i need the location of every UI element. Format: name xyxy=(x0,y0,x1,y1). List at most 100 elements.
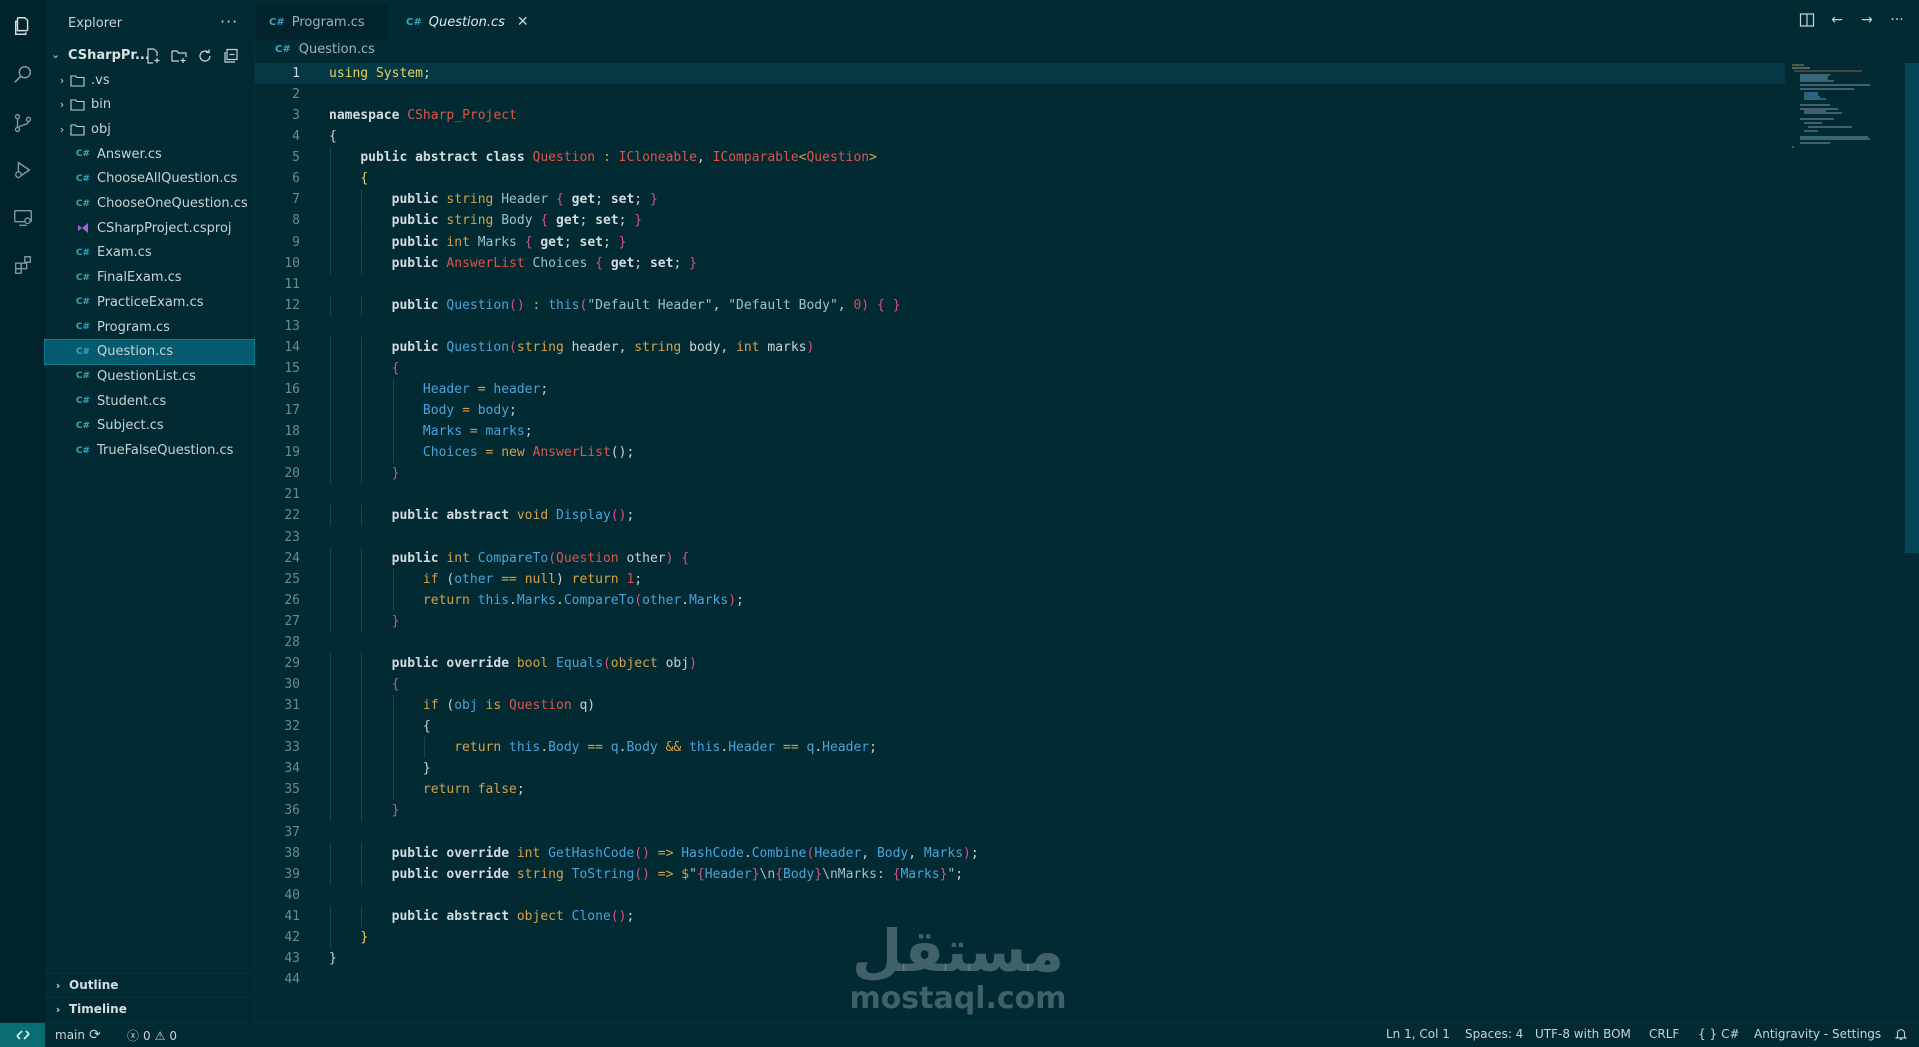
refresh-icon[interactable] xyxy=(195,47,214,65)
problems-status[interactable]: ⓧ 0 ⚠ 0 xyxy=(127,1027,177,1044)
eol-status[interactable]: CRLF xyxy=(1649,1027,1679,1041)
tree-item-program-cs[interactable]: C# Program.cs xyxy=(45,315,254,339)
source-control-icon[interactable] xyxy=(0,103,45,143)
code-token: { xyxy=(696,866,705,882)
encoding-status[interactable]: UTF-8 with BOM xyxy=(1535,1027,1631,1041)
settings-status[interactable]: Antigravity - Settings xyxy=(1754,1027,1881,1041)
more-actions-icon[interactable]: ··· xyxy=(1887,10,1907,30)
close-icon[interactable]: ✕ xyxy=(517,14,529,30)
code-token: this xyxy=(689,740,721,756)
tree-item-label: FinalExam.cs xyxy=(97,270,182,286)
csharp-file-icon: C# xyxy=(75,247,91,258)
code-token: marks xyxy=(485,424,525,440)
tree-item-csharpproject-csproj[interactable]: CSharpProject.csproj xyxy=(45,216,254,240)
language-label: C# xyxy=(1721,1027,1740,1041)
code-token: , xyxy=(908,845,924,861)
outline-section[interactable]: › Outline xyxy=(45,973,254,996)
tree-item-chooseonequestion-cs[interactable]: C# ChooseOneQuestion.cs xyxy=(45,192,254,216)
language-status[interactable]: { } C# xyxy=(1698,1027,1740,1041)
project-folder-row[interactable]: ⌄ CSharpPr... xyxy=(45,46,254,66)
code-token: CompareTo xyxy=(563,592,635,608)
new-folder-icon[interactable] xyxy=(169,47,188,65)
explorer-icon[interactable] xyxy=(0,6,45,46)
timeline-section[interactable]: › Timeline xyxy=(45,997,254,1020)
code-text: } xyxy=(329,611,400,632)
vertical-scrollbar[interactable] xyxy=(1905,63,1919,553)
code-token: if xyxy=(422,698,439,714)
tree-item-question-cs[interactable]: C# Question.cs xyxy=(44,338,255,365)
chevron-right-icon: › xyxy=(55,978,61,992)
code-text: public Question() : this("Default Header… xyxy=(329,295,901,316)
code-token: () xyxy=(610,508,627,524)
code-token: && xyxy=(665,740,682,756)
remote-explorer-icon[interactable] xyxy=(0,198,45,238)
code-token: System xyxy=(375,66,423,81)
remote-indicator[interactable] xyxy=(0,1023,45,1047)
bell-icon[interactable] xyxy=(1894,1027,1908,1041)
arrow-right-icon[interactable]: → xyxy=(1857,10,1877,30)
collapse-all-icon[interactable] xyxy=(221,47,240,65)
line-number: 10 xyxy=(284,255,300,271)
indentation-status[interactable]: Spaces: 4 xyxy=(1465,1027,1523,1041)
split-editor-icon[interactable] xyxy=(1797,10,1817,30)
tree-item-bin[interactable]: › bin xyxy=(45,93,254,117)
tree-item-chooseallquestion-cs[interactable]: C# ChooseAllQuestion.cs xyxy=(45,167,254,191)
arrow-left-icon[interactable]: ← xyxy=(1827,10,1847,30)
code-text: } xyxy=(329,463,400,484)
code-token: Header xyxy=(822,740,870,756)
watermark-logo: مستقل mostaql.com xyxy=(838,920,1078,1016)
code-token: \n xyxy=(759,866,776,882)
search-icon[interactable] xyxy=(0,55,45,95)
code-token: string xyxy=(446,213,494,229)
code-token: () xyxy=(634,866,650,882)
tab-program-cs[interactable]: C# Program.cs xyxy=(255,4,388,40)
tree-item-label: Student.cs xyxy=(97,393,167,409)
tree-item--vs[interactable]: › .vs xyxy=(45,68,254,92)
tree-item-obj[interactable]: › obj xyxy=(45,117,254,141)
tree-item-practiceexam-cs[interactable]: C# PracticeExam.cs xyxy=(45,290,254,314)
line-number: 4 xyxy=(292,129,300,145)
cursor-position[interactable]: Ln 1, Col 1 xyxy=(1386,1027,1450,1041)
tree-item-questionlist-cs[interactable]: C# QuestionList.cs xyxy=(45,364,254,388)
tree-item-truefalsequestion-cs[interactable]: C# TrueFalseQuestion.cs xyxy=(45,439,254,463)
code-token: this xyxy=(509,740,541,756)
tree-item-exam-cs[interactable]: C# Exam.cs xyxy=(45,241,254,265)
tree-item-finalexam-cs[interactable]: C# FinalExam.cs xyxy=(45,266,254,290)
minimap[interactable] xyxy=(1790,63,1890,153)
csharp-file-icon: C# xyxy=(75,371,91,382)
line-number: 26 xyxy=(284,592,300,608)
code-token: ) xyxy=(689,655,697,671)
code-token: ; xyxy=(540,382,549,398)
tree-item-student-cs[interactable]: C# Student.cs xyxy=(45,389,254,413)
code-token: object xyxy=(516,908,564,924)
code-token: ; xyxy=(579,213,596,229)
code-token: AnswerList xyxy=(532,445,611,461)
code-token: q xyxy=(610,740,619,756)
code-token: ( xyxy=(509,339,517,355)
tree-item-subject-cs[interactable]: C# Subject.cs xyxy=(45,414,254,438)
error-icon: ⓧ xyxy=(127,1029,140,1043)
code-text: if (other == null) return 1; xyxy=(329,569,642,590)
code-text: { xyxy=(329,674,400,695)
code-token: Marks xyxy=(477,234,517,250)
code-token: Body xyxy=(501,213,533,229)
run-debug-icon[interactable] xyxy=(0,150,45,190)
more-actions-icon[interactable]: ··· xyxy=(220,12,238,31)
code-token: Combine xyxy=(751,845,807,861)
code-token: new xyxy=(501,445,525,461)
new-file-icon[interactable] xyxy=(143,47,162,65)
extensions-icon[interactable] xyxy=(0,245,45,285)
code-token: == xyxy=(587,740,603,756)
breadcrumb-file[interactable]: Question.cs xyxy=(299,42,375,57)
tree-item-answer-cs[interactable]: C# Answer.cs xyxy=(45,142,254,166)
code-text: public override string ToString() => $"{… xyxy=(329,864,963,885)
code-token: = xyxy=(462,403,470,419)
branch-status[interactable]: main ⟳ xyxy=(55,1027,101,1043)
tab-question-cs[interactable]: C# Question.cs ✕ xyxy=(388,4,536,40)
chevron-right-icon: › xyxy=(59,122,65,136)
code-token: \nMarks: xyxy=(822,866,893,882)
